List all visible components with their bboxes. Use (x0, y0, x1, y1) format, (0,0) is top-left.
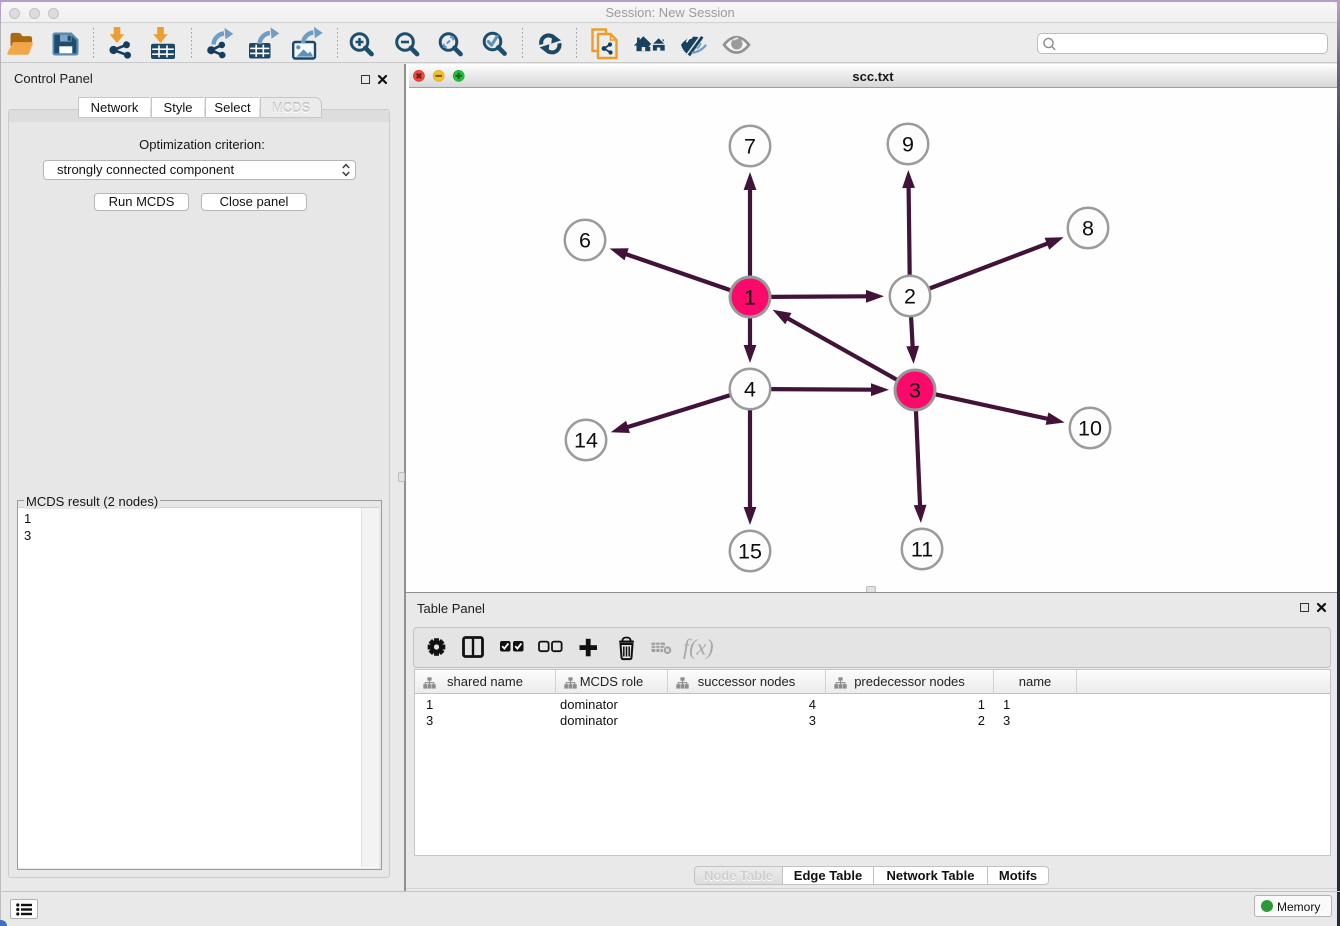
svg-text:15: 15 (738, 540, 762, 564)
svg-text:2: 2 (904, 285, 916, 309)
svg-text:1: 1 (744, 286, 756, 310)
svg-text:10: 10 (1078, 417, 1102, 441)
svg-text:4: 4 (744, 378, 756, 402)
svg-text:8: 8 (1082, 217, 1094, 241)
svg-text:11: 11 (911, 538, 933, 562)
svg-text:14: 14 (574, 429, 598, 453)
svg-text:9: 9 (902, 133, 914, 157)
svg-text:6: 6 (579, 229, 591, 253)
svg-text:3: 3 (909, 379, 921, 403)
svg-text:f(x): f(x) (683, 635, 714, 660)
svg-text:7: 7 (744, 135, 756, 159)
